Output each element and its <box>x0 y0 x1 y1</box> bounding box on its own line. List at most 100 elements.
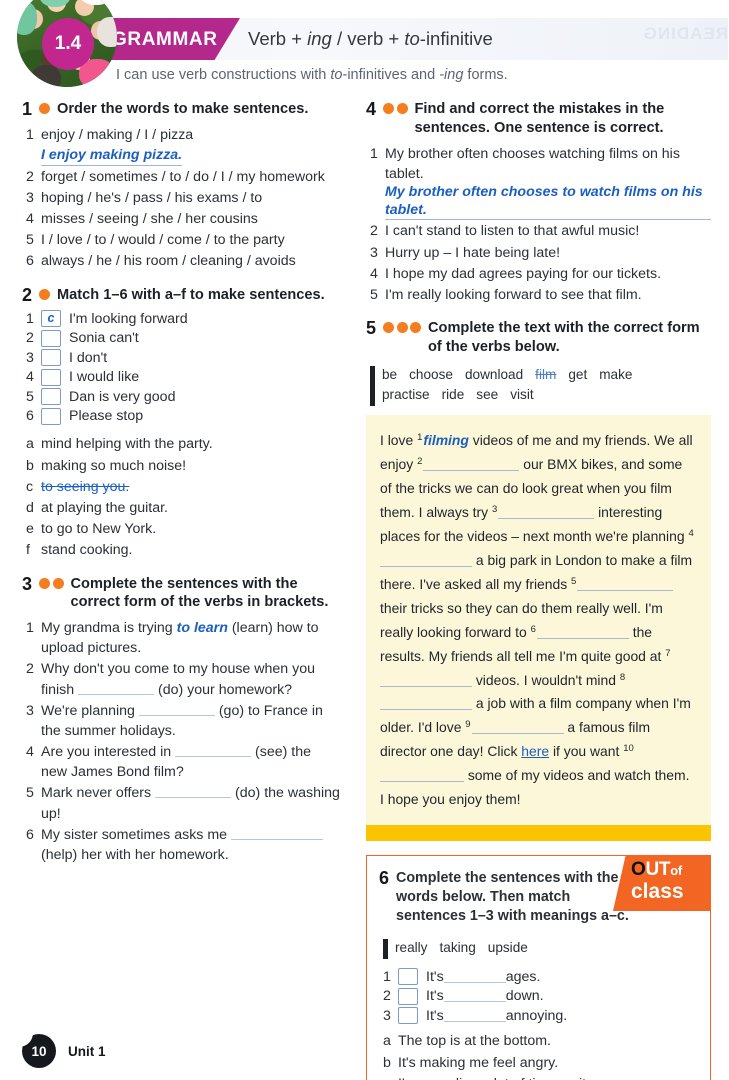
answer-blank[interactable] <box>155 786 232 799</box>
item-body: forget / sometimes / to / do / I / my ho… <box>41 167 340 187</box>
passage-text: if you want <box>549 743 624 760</box>
gap-number: 3 <box>491 504 498 516</box>
item-body: My grandma is trying to learn (learn) ho… <box>41 618 340 658</box>
here-link[interactable]: here <box>521 743 549 759</box>
difficulty-dot-icon <box>396 103 408 114</box>
difficulty-dots-5 <box>383 322 421 334</box>
ending-key: e <box>26 521 34 538</box>
gap-number: 8 <box>619 671 626 683</box>
difficulty-dot-icon <box>52 577 64 589</box>
item-body: Mark never offers (do) the washing up! <box>41 783 340 823</box>
exercise-1-instruction: Order the words to make sentences. <box>57 101 309 117</box>
item-number: 2 <box>26 168 34 185</box>
match-answer-box[interactable] <box>41 388 61 406</box>
exercise-2-heading: 2 Match 1–6 with a–f to make sentences. <box>22 285 340 305</box>
item-number: 3 <box>26 189 34 206</box>
match-stem-text: I'm looking forward <box>69 310 188 327</box>
answer-blank[interactable] <box>443 971 506 983</box>
item-body: enjoy / making / I / pizza I enjoy makin… <box>41 125 340 166</box>
exercise-3-instruction: Complete the sentences with the correct … <box>70 575 329 611</box>
word-bank-item[interactable]: taking <box>439 940 475 955</box>
passage-blank[interactable] <box>536 626 629 639</box>
out-of-class-badge: OUTof class <box>613 854 711 911</box>
list-item: 5 I'm really looking forward to see that… <box>366 285 711 305</box>
match-answer-box[interactable] <box>398 1007 418 1025</box>
item-post-text: (help) her with her homework. <box>41 846 229 863</box>
item-pre-text: We're planning <box>41 702 139 719</box>
answer-blank[interactable] <box>78 683 155 695</box>
word-bank-item[interactable]: ride <box>442 387 465 402</box>
passage-blank[interactable] <box>380 674 472 687</box>
ending-text: at playing the guitar. <box>41 499 168 516</box>
passage-blank[interactable] <box>498 506 595 520</box>
word-bank-item[interactable]: choose <box>409 367 453 382</box>
item-prompt: enjoy / making / I / pizza <box>41 126 194 143</box>
word-bank-item[interactable]: upside <box>488 940 528 955</box>
exercise-5-text-box: I love 1filming videos of me and my frie… <box>366 415 711 841</box>
gap-number: 2 <box>417 456 423 468</box>
person-body-4 <box>97 17 117 47</box>
item-body: Why don't you come to my house when you … <box>41 659 340 699</box>
exercise-6-meanings: a The top is at the bottom. b It's makin… <box>379 1032 696 1080</box>
word-bank-item[interactable]: be <box>382 367 397 382</box>
match-answer-box[interactable] <box>41 349 61 367</box>
answer-blank[interactable] <box>138 704 215 716</box>
word-bank-item[interactable]: visit <box>510 387 533 402</box>
lesson-title-part-d: to <box>404 28 420 49</box>
exercise-5-word-bank: be choose download film get make practise ride s… <box>368 365 711 407</box>
item-number: 4 <box>26 369 34 386</box>
exercise-3-number: 3 <box>22 573 33 594</box>
ending-row: e to go to New York. <box>22 520 340 539</box>
item-prompt: My brother often chooses watching films … <box>385 145 680 182</box>
exercise-2-instruction: Match 1–6 with a–f to make sentences. <box>57 286 325 303</box>
answer-blank[interactable] <box>175 745 252 758</box>
difficulty-dot-icon <box>39 288 50 300</box>
passage-blank[interactable] <box>577 578 674 591</box>
item-number: 4 <box>26 744 34 761</box>
meaning-text: The top is at the bottom. <box>398 1033 551 1050</box>
page-footer: 10 Unit 1 <box>19 1033 106 1068</box>
word-bank-item[interactable]: practise <box>382 387 430 402</box>
stem-pre-text: It's <box>426 988 444 1005</box>
gap-number: 5 <box>571 575 577 587</box>
word-bank-item[interactable]: get <box>568 367 587 382</box>
item-pre-text: My grandma is trying <box>41 620 177 637</box>
word-bank-item[interactable]: really <box>395 940 427 955</box>
match-answer-box[interactable] <box>41 368 61 386</box>
match-answer-box[interactable] <box>41 407 61 425</box>
match-answer-box[interactable]: c <box>41 310 61 328</box>
match-row: 3 I don't <box>22 349 340 367</box>
match-answer-box[interactable] <box>41 329 61 347</box>
passage-blank[interactable] <box>471 721 564 735</box>
item-prompt: Hurry up – I hate being late! <box>385 244 561 261</box>
answer-blank[interactable] <box>443 1010 506 1022</box>
badge-letter-o: O <box>631 858 646 880</box>
word-bank-item[interactable]: see <box>476 387 498 402</box>
ending-row: d at playing the guitar. <box>22 499 340 518</box>
item-pre-text: Mark never offers <box>41 785 156 802</box>
match-stem-text: I don't <box>69 349 108 366</box>
passage-blank[interactable] <box>423 458 520 472</box>
word-bank-item[interactable]: make <box>599 367 632 382</box>
exercise-1-items: 1 enjoy / making / I / pizza I enjoy mak… <box>22 125 340 272</box>
match-row: 1 It's ages. <box>379 968 696 986</box>
item-prompt: misses / seeing / she / her cousins <box>41 211 258 228</box>
answer-blank[interactable] <box>231 828 323 840</box>
match-answer-box[interactable] <box>398 968 418 986</box>
answer-blank[interactable] <box>443 990 506 1003</box>
ending-key: a <box>26 436 34 453</box>
item-body: always / he / his room / cleaning / avoi… <box>41 251 340 271</box>
passage-blank[interactable] <box>380 554 472 567</box>
word-bank-item[interactable]: download <box>465 367 523 382</box>
item-body: I hope my dad agrees paying for our tick… <box>385 264 711 284</box>
item-body: misses / seeing / she / her cousins <box>41 209 340 229</box>
badge-letters-ut: UT <box>645 858 671 880</box>
passage-blank[interactable] <box>380 769 464 783</box>
meaning-row: b It's making me feel angry. <box>379 1054 696 1073</box>
word-bank-item[interactable]: film <box>535 367 556 382</box>
match-answer-box[interactable] <box>398 987 418 1005</box>
passage-blank[interactable] <box>380 697 472 711</box>
lesson-title-part-b: ing <box>307 28 332 49</box>
item-number: 6 <box>26 408 34 425</box>
list-item: 2 Why don't you come to my house when yo… <box>22 659 340 699</box>
